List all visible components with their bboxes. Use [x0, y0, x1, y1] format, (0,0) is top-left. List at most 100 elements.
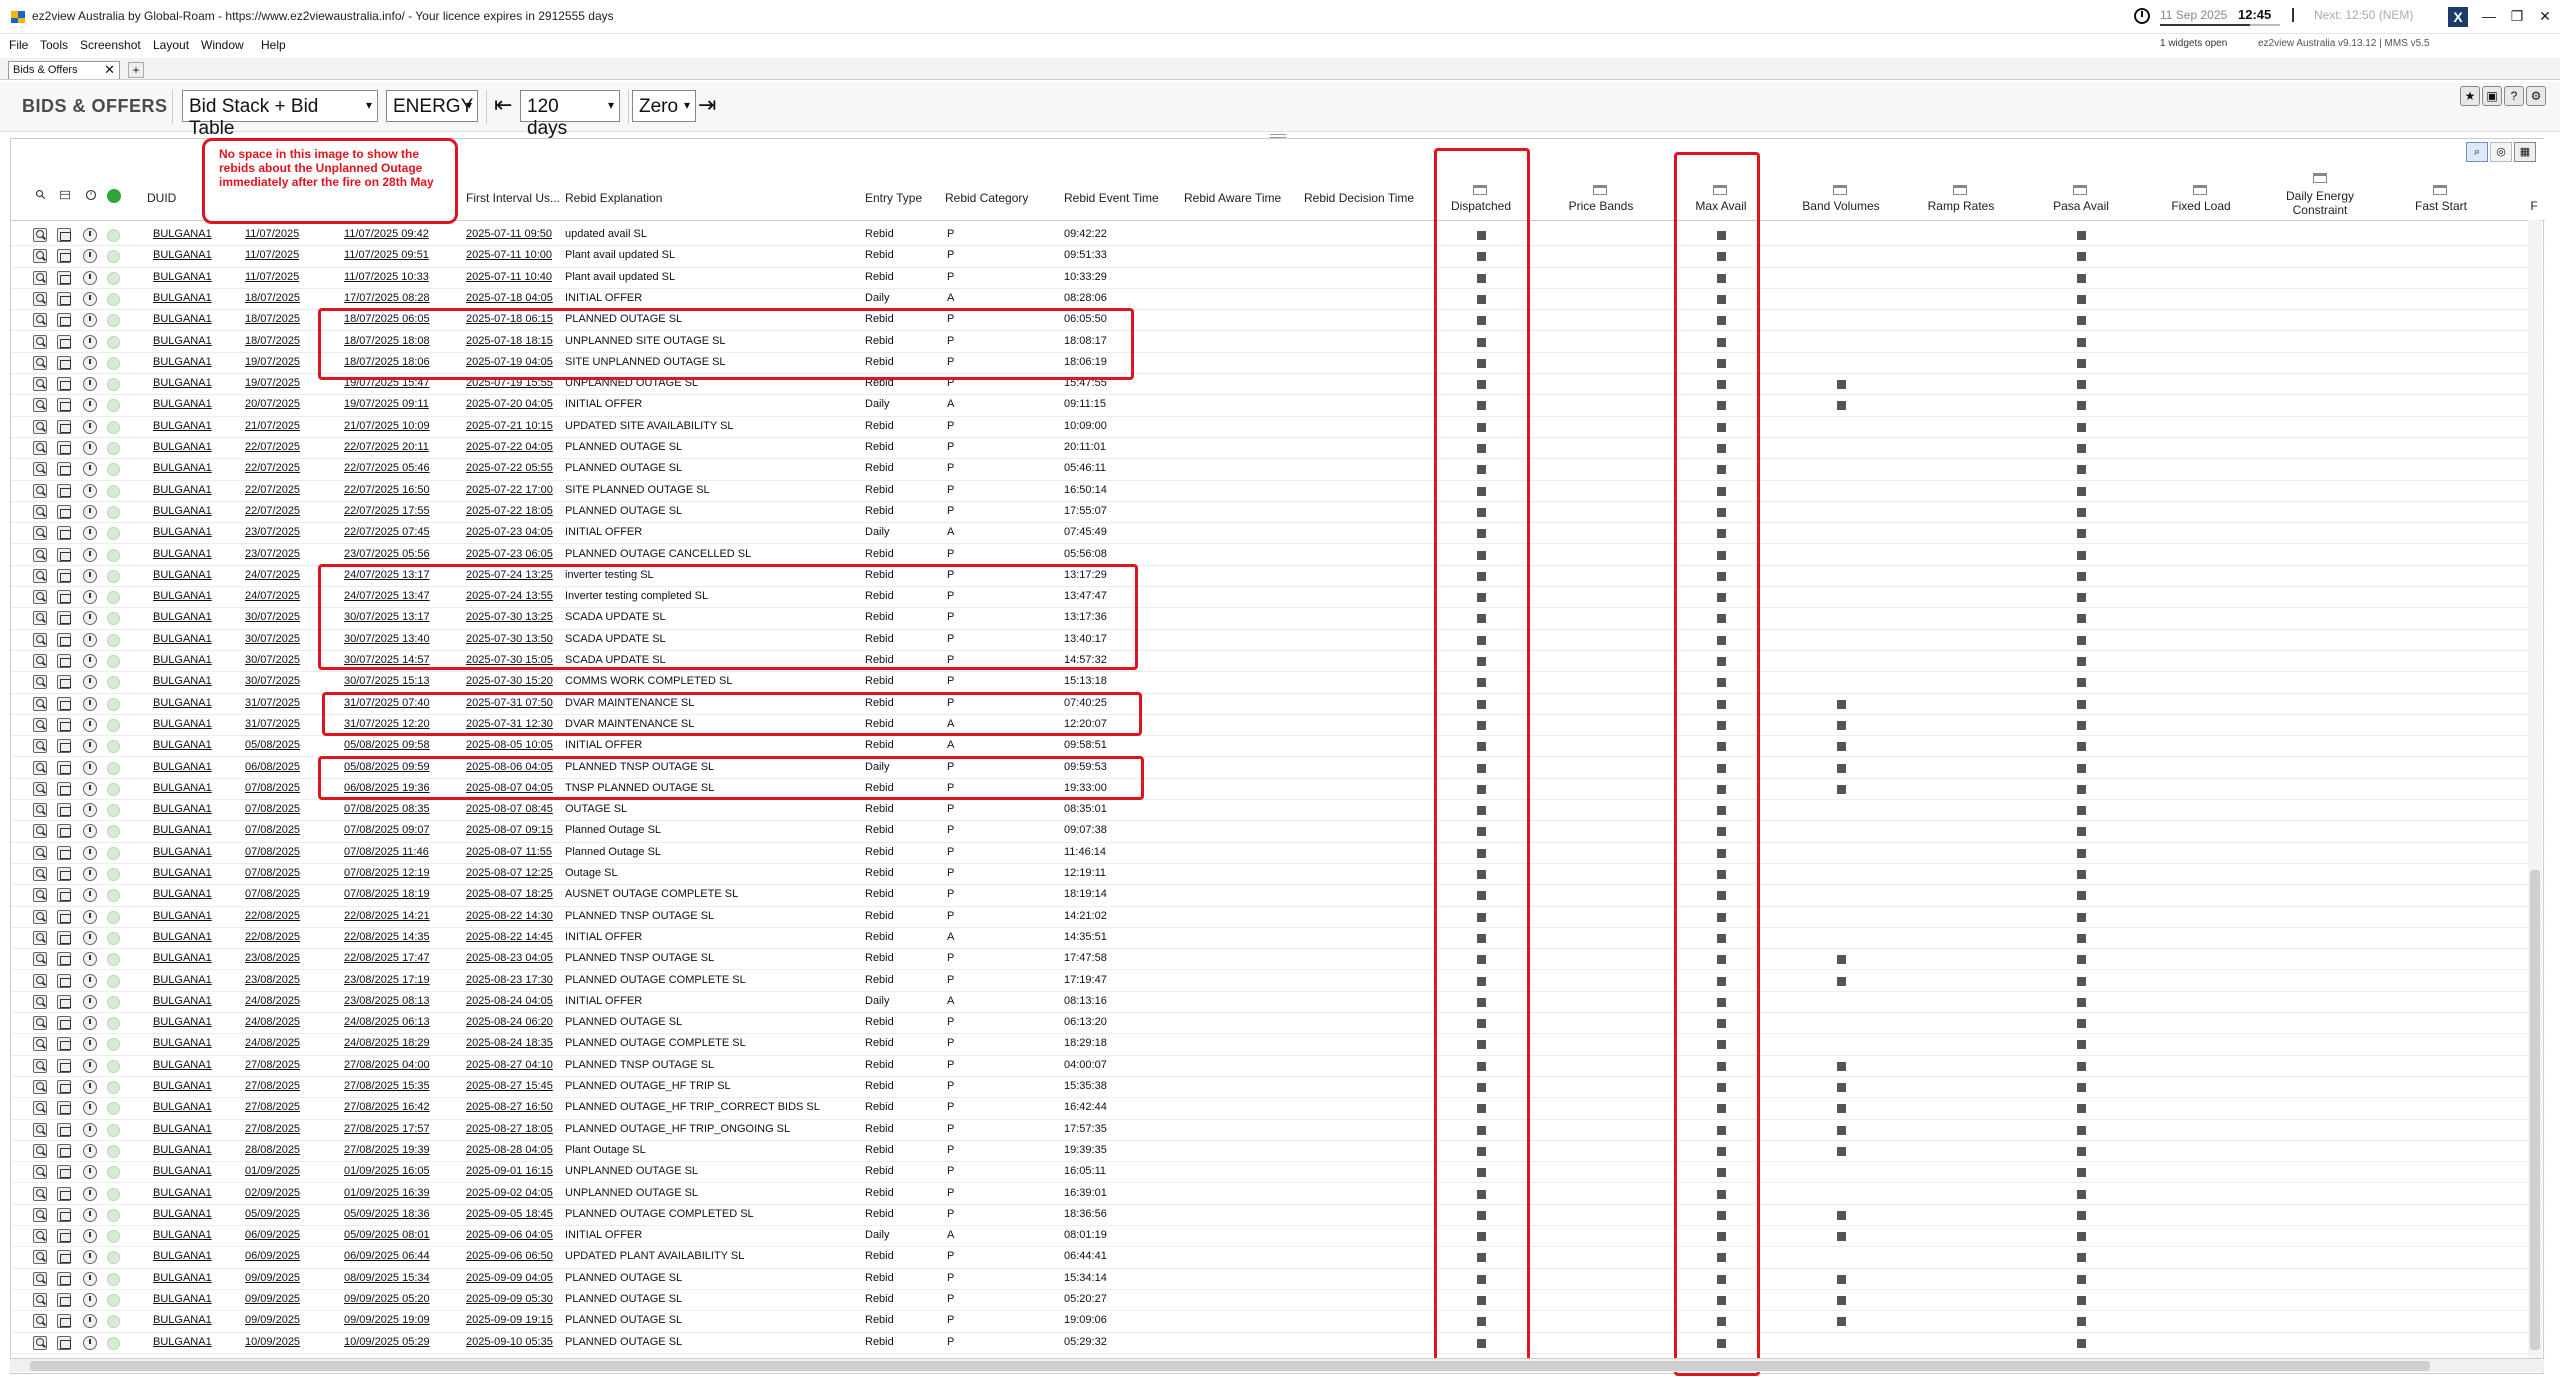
duid-cell[interactable]: BULGANA1: [153, 1165, 212, 1177]
clock-icon[interactable]: [83, 845, 97, 860]
header-band-volumes[interactable]: Band Volumes: [1801, 199, 1881, 213]
first-interval-cell[interactable]: 2025-08-24 04:05: [466, 995, 553, 1007]
grid-layout-icon[interactable]: ▦: [2514, 142, 2536, 162]
clock-icon[interactable]: [83, 781, 97, 796]
table-icon[interactable]: [57, 526, 71, 541]
table-icon[interactable]: [57, 696, 71, 711]
clock-icon[interactable]: [83, 1335, 97, 1350]
table-row[interactable]: BULGANA1 24/08/2025 23/08/2025 08:13 2025-0…: [11, 992, 2545, 1014]
offer-datetime-cell[interactable]: 01/09/2025 16:05: [344, 1165, 430, 1177]
search-icon[interactable]: [33, 867, 47, 881]
table-row[interactable]: BULGANA1 01/09/2025 01/09/2025 16:05 2025-0…: [11, 1162, 2545, 1184]
offer-datetime-cell[interactable]: 11/07/2025 10:33: [344, 271, 429, 283]
clock-icon[interactable]: [83, 632, 97, 647]
table-icon[interactable]: [57, 930, 71, 945]
table-icon[interactable]: [57, 228, 71, 242]
clock-icon[interactable]: [83, 909, 97, 924]
header-more[interactable]: F: [2529, 199, 2539, 213]
duid-cell[interactable]: BULGANA1: [153, 313, 212, 325]
trading-date-cell[interactable]: 24/07/2025: [245, 569, 300, 581]
duid-cell[interactable]: BULGANA1: [153, 611, 212, 623]
trading-date-cell[interactable]: 27/08/2025: [245, 1101, 300, 1113]
clock-icon[interactable]: [83, 867, 97, 881]
search-icon[interactable]: [33, 568, 47, 583]
duid-cell[interactable]: BULGANA1: [153, 1123, 212, 1135]
duid-cell[interactable]: BULGANA1: [153, 952, 212, 964]
offer-datetime-cell[interactable]: 05/09/2025 08:01: [344, 1229, 430, 1241]
first-interval-cell[interactable]: 2025-09-09 19:15: [466, 1314, 553, 1326]
table-icon[interactable]: [57, 632, 71, 647]
table-icon[interactable]: [57, 760, 71, 775]
menu-file[interactable]: File: [9, 38, 28, 52]
minimize-button[interactable]: —: [2478, 6, 2500, 26]
clock-icon[interactable]: [83, 973, 97, 988]
search-icon[interactable]: [33, 398, 47, 413]
duid-cell[interactable]: BULGANA1: [153, 548, 212, 560]
table-row[interactable]: BULGANA1 20/07/2025 19/07/2025 09:11 2025-0…: [11, 395, 2545, 417]
table-row[interactable]: BULGANA1 24/08/2025 24/08/2025 06:13 2025-0…: [11, 1013, 2545, 1035]
offer-datetime-cell[interactable]: 22/08/2025 14:35: [344, 931, 430, 943]
duid-cell[interactable]: BULGANA1: [153, 462, 212, 474]
clock-icon[interactable]: [83, 1186, 97, 1201]
scroll-thumb[interactable]: [2530, 870, 2540, 1350]
first-interval-cell[interactable]: 2025-07-18 04:05: [466, 292, 553, 304]
trading-date-cell[interactable]: 21/07/2025: [245, 420, 300, 432]
table-icon[interactable]: [57, 1037, 71, 1052]
duid-cell[interactable]: BULGANA1: [153, 1059, 212, 1071]
table-row[interactable]: BULGANA1 06/09/2025 05/09/2025 08:01 2025-0…: [11, 1226, 2545, 1248]
first-interval-cell[interactable]: 2025-09-01 16:15: [466, 1165, 553, 1177]
search-icon[interactable]: [33, 355, 47, 370]
header-first-interval[interactable]: First Interval Us...: [466, 191, 560, 205]
offer-datetime-cell[interactable]: 01/09/2025 16:39: [344, 1187, 430, 1199]
search-icon[interactable]: [33, 377, 47, 392]
clock-icon[interactable]: [83, 355, 97, 370]
clock-icon[interactable]: [83, 377, 97, 392]
table-icon[interactable]: [57, 377, 71, 392]
trading-date-cell[interactable]: 18/07/2025: [245, 335, 300, 347]
trading-date-cell[interactable]: 23/07/2025: [245, 548, 300, 560]
duid-cell[interactable]: BULGANA1: [153, 356, 212, 368]
first-interval-cell[interactable]: 2025-07-22 05:55: [466, 462, 553, 474]
first-interval-cell[interactable]: 2025-07-23 04:05: [466, 526, 553, 538]
clock-icon[interactable]: [83, 888, 97, 903]
first-interval-cell[interactable]: 2025-09-06 04:05: [466, 1229, 553, 1241]
search-icon[interactable]: [33, 462, 47, 477]
search-icon[interactable]: [33, 654, 47, 668]
trading-date-cell[interactable]: 09/09/2025: [245, 1293, 300, 1305]
offer-datetime-cell[interactable]: 23/08/2025 17:19: [344, 974, 430, 986]
search-icon[interactable]: [33, 781, 47, 796]
trading-date-cell[interactable]: 07/08/2025: [245, 824, 300, 836]
duid-cell[interactable]: BULGANA1: [153, 1272, 212, 1284]
duid-cell[interactable]: BULGANA1: [153, 398, 212, 410]
header-rebid-event-time[interactable]: Rebid Event Time: [1064, 191, 1159, 205]
vertical-scrollbar[interactable]: [2528, 220, 2542, 1358]
header-pasa-avail[interactable]: Pasa Avail: [2041, 199, 2121, 213]
table-row[interactable]: BULGANA1 09/09/2025 09/09/2025 05:20 2025-0…: [11, 1290, 2545, 1312]
table-icon[interactable]: [57, 1207, 71, 1222]
clock-icon[interactable]: [83, 824, 97, 839]
duid-cell[interactable]: BULGANA1: [153, 888, 212, 900]
table-icon[interactable]: [57, 654, 71, 668]
menu-layout[interactable]: Layout: [153, 38, 189, 52]
table-row[interactable]: BULGANA1 10/09/2025 10/09/2025 05:29 2025-0…: [11, 1333, 2545, 1354]
offer-datetime-cell[interactable]: 07/08/2025 09:07: [344, 824, 430, 836]
duid-cell[interactable]: BULGANA1: [153, 1229, 212, 1241]
clock-icon[interactable]: [83, 547, 97, 562]
table-row[interactable]: BULGANA1 27/08/2025 27/08/2025 15:35 2025-0…: [11, 1077, 2545, 1099]
search-icon[interactable]: [33, 909, 47, 924]
table-row[interactable]: BULGANA1 22/07/2025 22/07/2025 20:11 2025-0…: [11, 438, 2545, 460]
table-icon[interactable]: [57, 590, 71, 605]
range-dropdown[interactable]: 120 days: [520, 90, 620, 139]
clock-icon[interactable]: [83, 526, 97, 541]
first-interval-cell[interactable]: 2025-07-20 04:05: [466, 398, 553, 410]
offer-datetime-cell[interactable]: 07/08/2025 18:19: [344, 888, 430, 900]
duid-cell[interactable]: BULGANA1: [153, 441, 212, 453]
table-row[interactable]: BULGANA1 05/09/2025 05/09/2025 18:36 2025-0…: [11, 1205, 2545, 1227]
clock-icon[interactable]: [83, 1016, 97, 1031]
table-icon[interactable]: [57, 1335, 71, 1350]
duid-cell[interactable]: BULGANA1: [153, 1336, 212, 1348]
offer-datetime-cell[interactable]: 19/07/2025 09:11: [344, 398, 429, 410]
offer-datetime-cell[interactable]: 06/09/2025 06:44: [344, 1250, 430, 1262]
clock-icon[interactable]: [83, 228, 97, 242]
duid-cell[interactable]: BULGANA1: [153, 377, 212, 389]
